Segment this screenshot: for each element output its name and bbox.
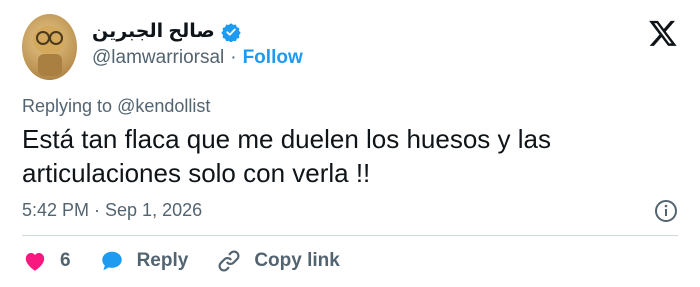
author-display-name[interactable]: صالح الجبرين [92,20,215,43]
info-icon[interactable] [654,199,678,223]
tweet-timestamp[interactable]: 5:42 PM · Sep 1, 2026 [22,200,202,221]
x-logo-icon[interactable] [648,18,678,48]
replying-to-mention[interactable]: @kendollist [117,96,210,116]
reply-button[interactable]: Reply [99,248,189,274]
speech-bubble-icon [101,251,122,271]
action-bar: 6 Reply Copy link [22,248,368,274]
like-count: 6 [60,250,71,271]
avatar[interactable] [22,14,77,80]
reply-label: Reply [136,250,189,271]
separator-dot: · [230,47,237,68]
tweet-text: Está tan flaca que me duelen los huesos … [22,124,551,188]
author-handle[interactable]: @lamwarriorsal [92,47,224,69]
author-handle-row: @lamwarriorsal · Follow [92,47,303,69]
link-icon [218,250,240,272]
divider [22,235,678,236]
copy-link-button[interactable]: Copy link [216,248,340,274]
author-name-row: صالح الجبرين [92,20,241,43]
replying-to-line: Replying to @kendollist [22,96,210,117]
verified-badge-icon [221,22,241,42]
follow-button[interactable]: Follow [243,47,303,69]
copy-link-label: Copy link [254,250,340,271]
replying-to-label: Replying to [22,96,113,116]
heart-icon [25,252,45,271]
like-button[interactable]: 6 [22,248,71,274]
